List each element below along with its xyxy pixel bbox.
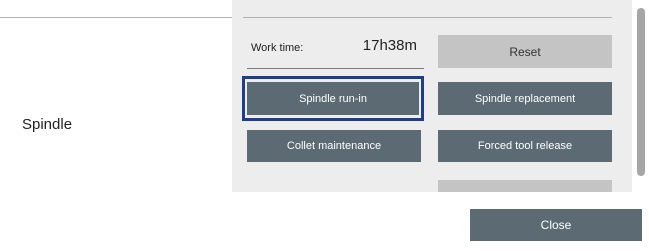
scrollbar-thumb[interactable] [637, 8, 645, 176]
partially-hidden-button[interactable] [438, 180, 612, 192]
section-divider [0, 17, 232, 18]
reset-button[interactable]: Reset [438, 35, 612, 68]
settings-scroll-area[interactable]: Spindle Work time: 17h38m Reset Spindle … [0, 0, 632, 192]
spindle-replacement-button[interactable]: Spindle replacement [438, 82, 612, 115]
work-time-label: Work time: [251, 42, 304, 54]
spindle-run-in-button[interactable]: Spindle run-in [247, 82, 419, 115]
section-label-spindle: Spindle [22, 116, 73, 133]
close-button[interactable]: Close [470, 209, 642, 241]
work-time-display: Work time: 17h38m [247, 34, 424, 69]
spindle-controls-panel: Work time: 17h38m Reset Spindle run-in S… [232, 0, 632, 192]
panel-divider [243, 17, 612, 18]
forced-tool-release-button[interactable]: Forced tool release [438, 130, 612, 162]
section-label-column: Spindle [0, 0, 232, 192]
work-time-value: 17h38m [362, 37, 417, 54]
collet-maintenance-button[interactable]: Collet maintenance [247, 130, 421, 162]
